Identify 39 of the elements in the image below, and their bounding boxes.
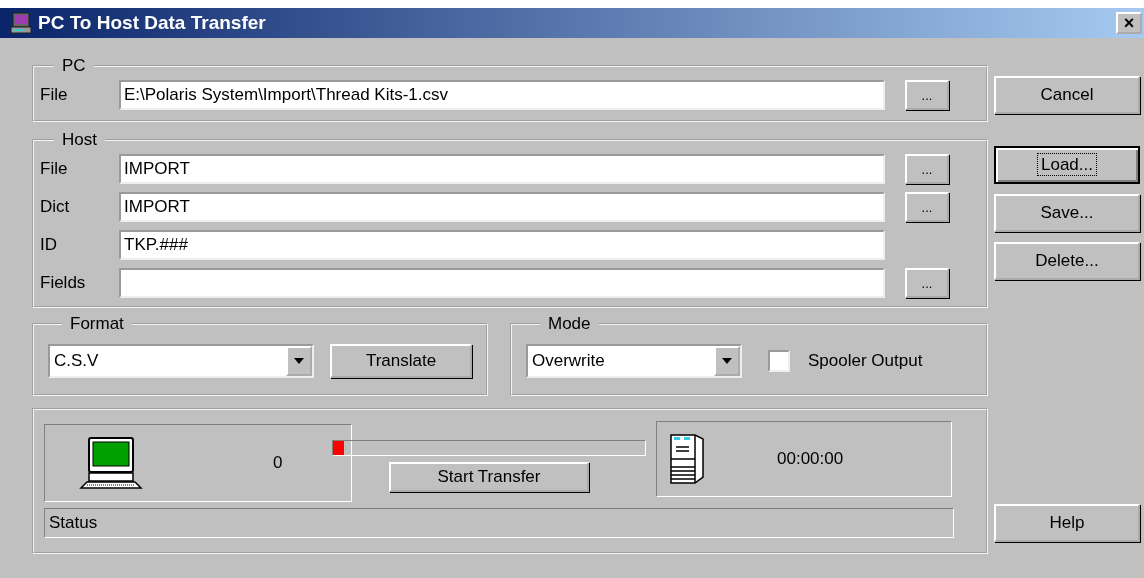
checkbox[interactable] bbox=[768, 350, 790, 372]
start-transfer-button[interactable]: Start Transfer bbox=[389, 462, 589, 492]
field-label: ID bbox=[40, 235, 58, 255]
dialog-button[interactable]: Delete... bbox=[994, 242, 1140, 280]
input-field[interactable]: IMPORT bbox=[119, 154, 885, 184]
help-button[interactable]: Help bbox=[994, 504, 1140, 542]
dialog-button[interactable]: Load... bbox=[994, 146, 1140, 184]
field-label: File bbox=[40, 85, 69, 105]
mode-dropdown[interactable]: Overwrite bbox=[526, 344, 742, 378]
format-dropdown[interactable]: C.S.V bbox=[48, 344, 314, 378]
group-label: Format bbox=[69, 314, 125, 334]
file-count: 0 bbox=[273, 453, 283, 473]
group-label: Mode bbox=[547, 314, 592, 334]
file-path-field[interactable]: E:\Polaris System\Import\Thread Kits-1.csv bbox=[119, 80, 885, 110]
browse-button[interactable]: ... bbox=[905, 154, 949, 184]
field-label: Fields bbox=[40, 273, 87, 293]
group-label: PC bbox=[61, 56, 87, 76]
field-label: Dict bbox=[40, 197, 71, 217]
checkbox-label: Spooler Output bbox=[808, 351, 923, 371]
group-label: Host bbox=[61, 130, 98, 150]
browse-button[interactable]: ... bbox=[905, 192, 949, 222]
dialog-button[interactable]: Cancel bbox=[994, 76, 1140, 114]
input-field[interactable]: IMPORT bbox=[119, 192, 885, 222]
field-label: File bbox=[40, 159, 69, 179]
translate-button[interactable]: Translate bbox=[330, 344, 472, 378]
browse-button[interactable]: ... bbox=[905, 268, 949, 298]
input-field[interactable] bbox=[119, 268, 885, 298]
dialog-button[interactable]: Save... bbox=[994, 194, 1140, 232]
window-title: PC To Host Data Transfer bbox=[38, 12, 267, 34]
elapsed-time: 00:00:00 bbox=[777, 449, 844, 469]
computer-icon bbox=[79, 437, 143, 489]
browse-button[interactable]: ... bbox=[905, 80, 949, 110]
server-icon bbox=[669, 433, 705, 485]
input-field[interactable]: TKP.### bbox=[119, 230, 885, 260]
dropdown-arrow-icon bbox=[293, 357, 305, 365]
close-button[interactable]: × bbox=[1116, 12, 1142, 34]
computer-icon bbox=[10, 12, 32, 34]
status-bar: Status bbox=[44, 508, 954, 538]
dropdown-arrow-icon bbox=[721, 357, 733, 365]
